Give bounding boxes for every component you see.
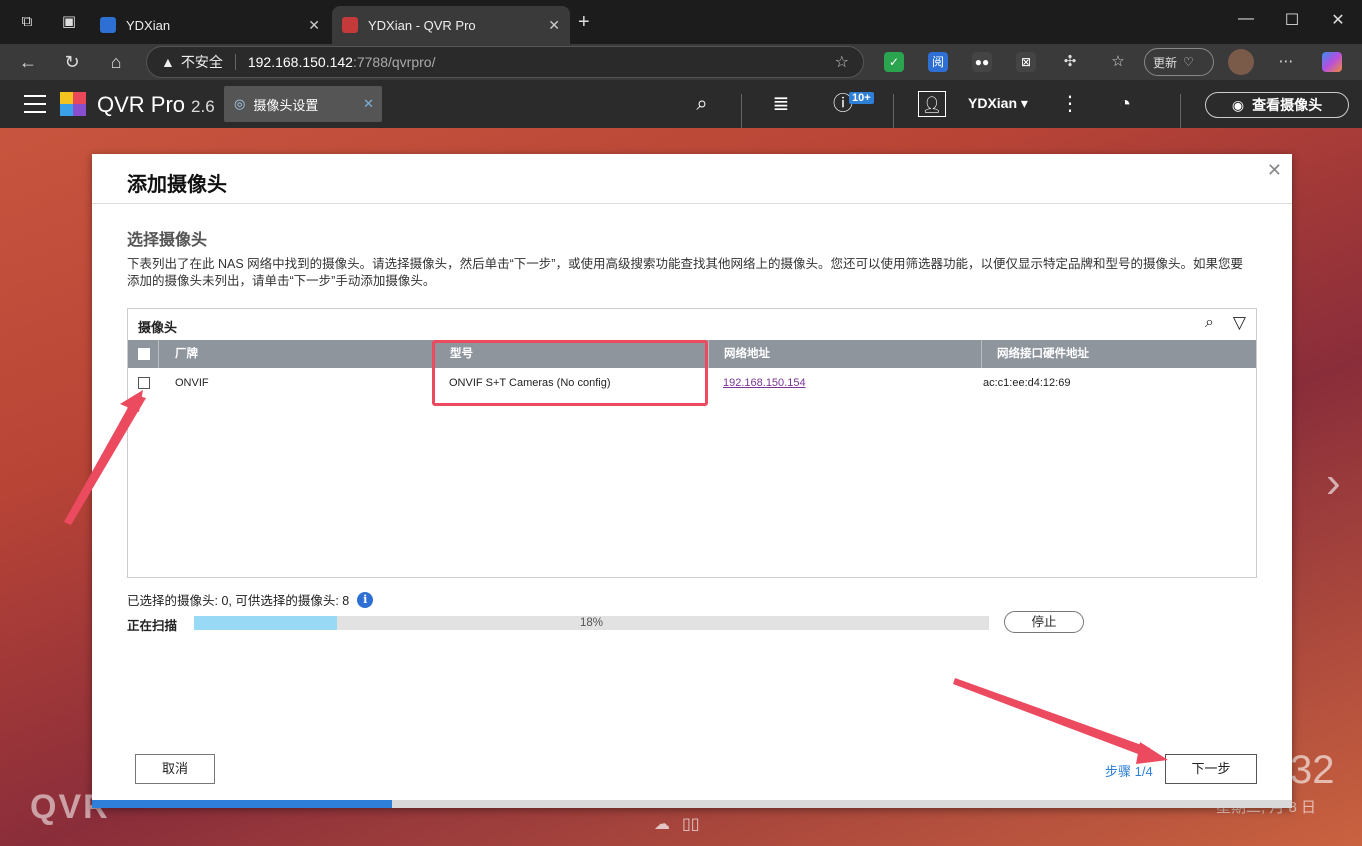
qnap-favicon-icon — [100, 17, 116, 33]
translate-extension-icon[interactable]: 阅 — [928, 52, 948, 72]
step-indicator: 步骤 1/4 — [1105, 764, 1153, 779]
browser-tab-qvrpro[interactable]: YDXian - QVR Pro ✕ — [332, 6, 570, 44]
desktop-clock: 32 — [1290, 748, 1335, 792]
app-title: QVR Pro 2.6 — [97, 92, 215, 117]
favorites-icon[interactable]: ☆ — [1108, 52, 1128, 72]
home-icon[interactable]: ⌂ — [104, 50, 128, 74]
search-icon[interactable]: ⌕ — [690, 90, 714, 118]
favorite-star-icon[interactable]: ☆ — [835, 52, 849, 72]
dialog-header: 添加摄像头 ✕ — [92, 154, 1292, 204]
search-icon[interactable]: ⌕ — [1205, 314, 1214, 332]
cloud-icon[interactable]: ☁ — [654, 814, 670, 834]
scanning-label: 正在扫描 — [127, 619, 178, 633]
bottom-dock: ☁ ▯▯ — [654, 814, 700, 834]
extensions-icon[interactable]: ✣ — [1060, 52, 1080, 72]
dialog-title: 添加摄像头 — [127, 174, 227, 196]
browser-tab-ydxian[interactable]: YDXian ✕ — [90, 6, 330, 44]
reload-icon[interactable]: ↻ — [60, 50, 84, 74]
workspaces-icon[interactable]: ⧉ — [16, 11, 38, 33]
browser-toolbar: ← ↻ ⌂ ▲ 不安全 192.168.150.142 :7788/qvrpro… — [0, 44, 1362, 80]
cancel-button[interactable]: 取消 — [135, 754, 215, 784]
next-page-arrow-icon[interactable]: › — [1326, 458, 1341, 508]
tab-camera-settings[interactable]: ◎ 摄像头设置 ✕ — [224, 86, 382, 122]
selection-text: 已选择的摄像头: 0, 可供选择的摄像头: 8 — [127, 594, 350, 608]
divider — [741, 94, 742, 128]
dialog-close-icon[interactable]: ✕ — [1267, 160, 1282, 181]
add-camera-dialog: 添加摄像头 ✕ 选择摄像头 下表列出了在此 NAS 网络中找到的摄像头。请选择摄… — [92, 154, 1292, 808]
book-icon[interactable]: ▯▯ — [682, 814, 700, 834]
camera-settings-icon: ◎ — [234, 96, 246, 111]
layers-icon[interactable]: ≣ — [768, 90, 794, 118]
close-tab-icon[interactable]: ✕ — [548, 17, 560, 34]
notification-badge: 10+ — [849, 92, 874, 104]
divider — [981, 340, 982, 368]
view-cameras-button[interactable]: ◉ 查看摄像头 — [1205, 92, 1349, 118]
user-icon[interactable]: 👤︎ — [918, 91, 946, 117]
maximize-icon[interactable]: ☐ — [1282, 10, 1302, 30]
more-menu-icon[interactable]: ⋯ — [1276, 52, 1296, 72]
divider — [234, 54, 236, 70]
copilot-icon[interactable] — [1322, 52, 1342, 72]
stop-button[interactable]: 停止 — [1004, 611, 1084, 633]
section-title: 选择摄像头 — [127, 232, 208, 249]
more-options-icon[interactable]: ⋮ — [1060, 90, 1080, 118]
scan-progress-bar: 18% — [194, 616, 989, 630]
selection-info: 已选择的摄像头: 0, 可供选择的摄像头: 8 i — [127, 590, 374, 609]
tab-label: YDXian — [126, 17, 171, 33]
window-close-icon[interactable]: ✕ — [1328, 10, 1348, 30]
heart-icon: ♡ — [1183, 55, 1194, 69]
next-button[interactable]: 下一步 — [1165, 754, 1257, 784]
cell-ip-link[interactable]: 192.168.150.154 — [723, 377, 806, 389]
back-icon[interactable]: ← — [16, 50, 40, 74]
cell-mac: ac:c1:ee:d4:12:69 — [983, 377, 1071, 389]
address-bar[interactable]: ▲ 不安全 192.168.150.142 :7788/qvrpro/ ☆ — [146, 46, 864, 78]
grid-title: 摄像头 — [138, 320, 178, 335]
tab-label: 摄像头设置 — [253, 97, 319, 113]
select-all-checkbox[interactable] — [138, 348, 150, 360]
new-tab-icon[interactable]: + — [578, 11, 590, 34]
warning-icon: ▲ — [161, 54, 175, 70]
dialog-step-bar — [92, 800, 1292, 808]
user-menu[interactable]: YDXian ▾ — [968, 95, 1028, 112]
security-label: 不安全 — [180, 54, 223, 70]
url-host: 192.168.150.142 — [247, 54, 353, 70]
minimize-icon[interactable]: — — [1236, 10, 1256, 28]
divider — [1180, 94, 1181, 128]
dashboard-gauge-icon[interactable]: ◔ — [1110, 90, 1140, 118]
column-header-brand[interactable]: 厂牌 — [175, 340, 198, 368]
tab-label: YDXian - QVR Pro — [368, 17, 476, 33]
step-bar-fill — [92, 800, 392, 808]
qvr-favicon-icon — [342, 17, 358, 33]
url-path: :7788/qvrpro/ — [352, 54, 436, 70]
tab-actions-icon[interactable]: ▣ — [58, 11, 80, 33]
cell-brand: ONVIF — [175, 377, 209, 389]
annotation-highlight-box — [432, 340, 708, 406]
update-button[interactable]: 更新 ♡ — [1144, 48, 1214, 76]
profile-avatar[interactable] — [1228, 49, 1254, 75]
column-header-ip[interactable]: 网络地址 — [724, 340, 770, 368]
divider — [708, 340, 709, 368]
dialog-description: 下表列出了在此 NAS 网络中找到的摄像头。请选择摄像头，然后单击“下一步”，或… — [127, 257, 1243, 288]
camera-icon: ◉ — [1231, 96, 1245, 113]
column-header-mac[interactable]: 网络接口硬件地址 — [997, 340, 1089, 368]
view-cameras-label: 查看摄像头 — [1252, 97, 1323, 113]
progress-text: 18% — [579, 617, 604, 629]
shield-extension-icon[interactable]: ✓ — [884, 52, 904, 72]
divider — [893, 94, 894, 128]
update-label: 更新 — [1153, 55, 1178, 70]
menu-icon[interactable] — [24, 95, 46, 113]
row-checkbox[interactable] — [138, 377, 150, 389]
browser-tab-bar: ⧉ ▣ YDXian ✕ YDXian - QVR Pro ✕ + — ☐ ✕ — [0, 0, 1362, 44]
qvr-header: QVR Pro 2.6 ◎ 摄像头设置 ✕ ⌕ ≣ ⓘ 👤︎ ⋮ ◔ — [0, 80, 1362, 128]
info-icon[interactable]: i — [357, 591, 374, 608]
close-tab-icon[interactable]: ✕ — [308, 17, 320, 34]
close-tab-icon[interactable]: ✕ — [363, 96, 374, 112]
qvr-logo-icon — [60, 92, 86, 116]
divider — [158, 340, 159, 368]
grid-extension-icon[interactable]: ⊠ — [1016, 52, 1036, 72]
media-extension-icon[interactable]: ●● — [972, 52, 992, 72]
filter-icon[interactable]: ▽ — [1233, 313, 1246, 333]
